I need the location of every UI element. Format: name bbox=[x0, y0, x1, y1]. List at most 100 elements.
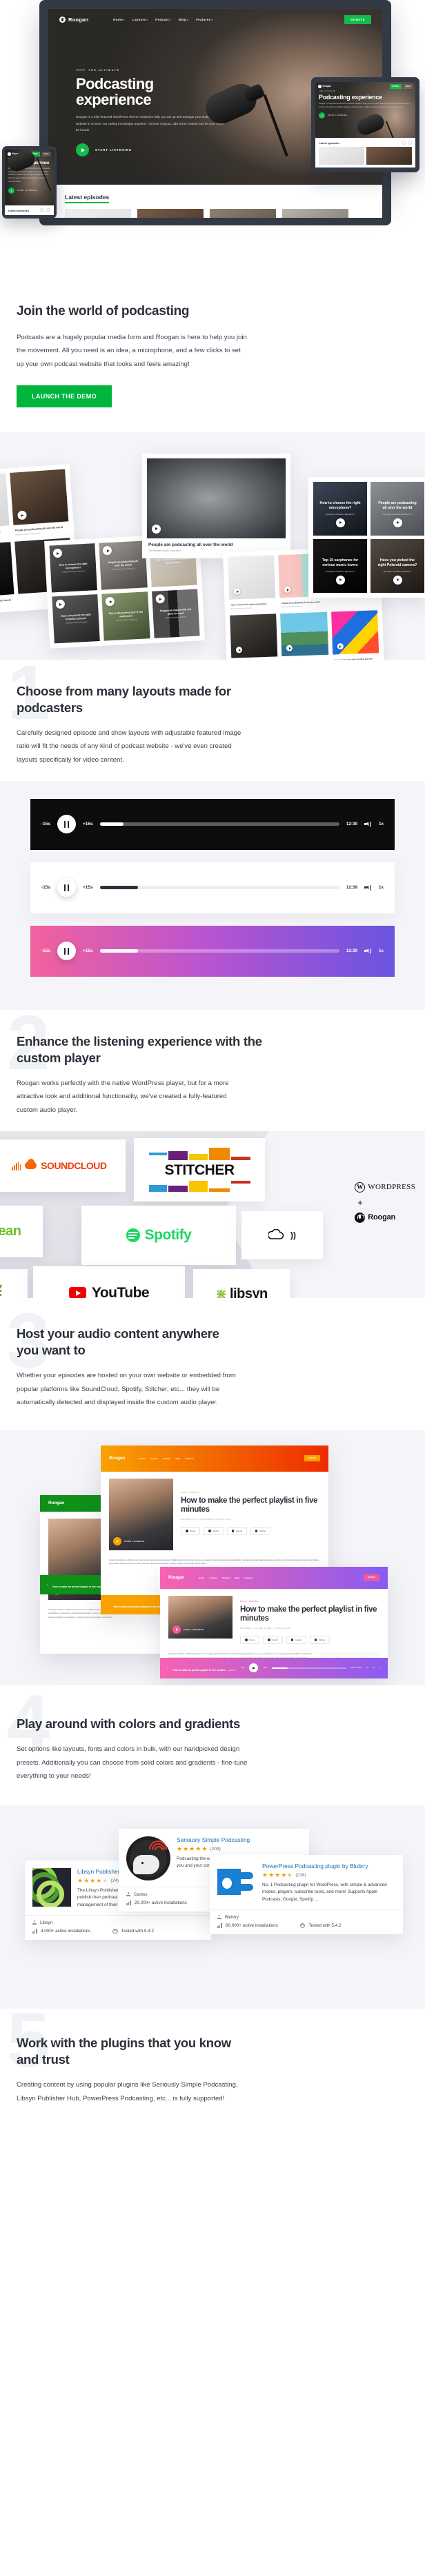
rewind-15-button[interactable]: -15s bbox=[41, 949, 50, 953]
playlist-icon[interactable]: ☰ bbox=[373, 1667, 374, 1669]
progress-track[interactable] bbox=[100, 886, 339, 889]
nav-item-blog[interactable]: Blog bbox=[235, 1576, 240, 1579]
plugin-name[interactable]: Seriously Simple Podcasting bbox=[177, 1836, 302, 1844]
episode-title[interactable]: How to make the perfect playlist in five… bbox=[240, 1605, 379, 1624]
mockup-nav[interactable]: Home Layouts Podcast Blog Features bbox=[199, 1576, 253, 1579]
launch-demo-button[interactable]: LAUNCH THE DEMO bbox=[17, 385, 112, 407]
nav-item-home[interactable]: Home bbox=[199, 1576, 204, 1579]
episode-category[interactable]: DAILY TOPICS bbox=[181, 1491, 320, 1494]
episode-thumb[interactable]: Polygonal shapes with red glow are coolE… bbox=[152, 589, 200, 638]
episode-thumb[interactable]: How to choose the right microphone?Every… bbox=[313, 482, 367, 536]
subscribe-chips[interactable]: iTunes Spotify Google Stitcher bbox=[181, 1527, 320, 1535]
pause-button[interactable] bbox=[57, 878, 76, 897]
nav-item-home[interactable]: Home bbox=[113, 18, 125, 21]
nav-item-home[interactable]: Home bbox=[139, 1457, 145, 1460]
volume-icon[interactable] bbox=[364, 884, 372, 891]
brand-logo[interactable]: Roogan bbox=[59, 17, 88, 23]
episode-image[interactable]: START LISTENING bbox=[168, 1596, 233, 1639]
chip-itunes[interactable]: iTunes bbox=[240, 1636, 259, 1644]
nav-item-features[interactable]: Features bbox=[244, 1576, 253, 1579]
episode-thumb[interactable] bbox=[230, 613, 277, 658]
audio-player-light[interactable]: -15s +15s 12:39 1x bbox=[30, 862, 395, 913]
episode-category[interactable]: DAILY TOPICS bbox=[240, 1600, 379, 1603]
episode-thumb[interactable] bbox=[280, 611, 328, 656]
audio-player-gradient[interactable]: -15s +15s 12:39 1x bbox=[30, 926, 395, 977]
subscribe-chips[interactable]: iTunes Spotify Google Stitcher bbox=[240, 1636, 379, 1644]
episode-thumb[interactable]: Have you picked the right Polaroid camer… bbox=[370, 539, 424, 593]
episode-title[interactable]: How to make the perfect playlist in five… bbox=[181, 1497, 320, 1515]
menu-button[interactable]: Menu bbox=[404, 84, 413, 89]
episode-thumb[interactable] bbox=[0, 473, 10, 529]
start-listening-button[interactable]: START LISTENING bbox=[172, 1625, 204, 1634]
nav-item-features[interactable]: Features bbox=[185, 1457, 194, 1460]
volume-icon[interactable] bbox=[364, 948, 372, 955]
episode-thumb[interactable] bbox=[137, 209, 204, 218]
carousel-arrows[interactable]: ‹› bbox=[40, 208, 50, 212]
share-icon[interactable]: ➤ bbox=[379, 1667, 381, 1669]
chip-spotify[interactable]: Spotify bbox=[204, 1527, 224, 1535]
mockup-nav[interactable]: Home Layouts Podcast Blog Features bbox=[139, 1457, 194, 1460]
playback-speed-button[interactable]: 1x bbox=[379, 822, 384, 826]
progress-track[interactable] bbox=[100, 822, 339, 826]
forward-15-button[interactable]: +15s bbox=[83, 885, 93, 890]
chip-spotify[interactable]: Spotify bbox=[263, 1636, 283, 1644]
nav-item-blog[interactable]: Blog bbox=[179, 18, 188, 21]
forward-15-button[interactable]: +15s bbox=[83, 949, 93, 953]
pause-button[interactable] bbox=[57, 942, 76, 960]
episode-thumb[interactable] bbox=[331, 610, 379, 654]
episode-thumb[interactable] bbox=[319, 147, 364, 165]
progress-track[interactable] bbox=[100, 949, 339, 953]
nav-item-layouts[interactable]: Layouts bbox=[132, 18, 148, 21]
rewind-15-button[interactable]: -15s bbox=[41, 885, 50, 890]
episode-thumb[interactable]: How to choose the right microphone?Every… bbox=[49, 543, 97, 592]
plugin-name[interactable]: PowerPress Podcasting plugin by Blubrry bbox=[262, 1863, 395, 1870]
primary-nav[interactable]: Home Layouts Podcast Blog Features bbox=[113, 18, 212, 21]
carousel-arrows[interactable]: ‹› bbox=[402, 141, 412, 145]
chip-google[interactable]: Google bbox=[227, 1527, 247, 1535]
episode-thumb[interactable] bbox=[210, 209, 276, 218]
layout-preview-card[interactable]: How to choose the right microphone?Every… bbox=[308, 477, 425, 598]
episode-thumb[interactable]: People are podcasting all over the world… bbox=[99, 540, 148, 589]
pause-button[interactable] bbox=[57, 815, 76, 833]
chip-itunes[interactable]: iTunes bbox=[181, 1527, 200, 1535]
player-speed[interactable]: 1x bbox=[366, 1667, 368, 1669]
donate-button[interactable]: DONATE bbox=[364, 1574, 379, 1581]
featured-episode-card[interactable]: People are podcasting all over the world… bbox=[142, 454, 290, 558]
donate-button[interactable]: DONATE bbox=[344, 15, 371, 24]
brand-logo[interactable]: Roogan bbox=[318, 85, 331, 88]
episode-thumb[interactable] bbox=[0, 542, 14, 598]
nav-item-layouts[interactable]: Layouts bbox=[209, 1576, 217, 1579]
forward-15-button[interactable]: +15s bbox=[83, 822, 93, 826]
episode-thumb[interactable] bbox=[228, 555, 275, 599]
playback-speed-button[interactable]: 1x bbox=[379, 885, 384, 890]
start-listening-button[interactable]: START LISTENING bbox=[113, 1537, 144, 1545]
episode-thumb[interactable]: People are podcasting all over the world… bbox=[370, 482, 424, 536]
episode-thumb[interactable]: Top 10 earphones for serious music lover… bbox=[313, 539, 367, 593]
volume-icon[interactable] bbox=[364, 821, 372, 828]
nav-item-podcast[interactable]: Podcast bbox=[155, 18, 171, 21]
episode-thumb[interactable]: This is the perfect spot if you need pea… bbox=[102, 591, 150, 640]
progress-track[interactable] bbox=[272, 1667, 346, 1669]
donate-button[interactable]: DONATE bbox=[304, 1455, 320, 1461]
chip-google[interactable]: Google bbox=[286, 1636, 306, 1644]
mockup-sticky-player[interactable]: ‹ How to make the perfect playlist in fi… bbox=[160, 1658, 388, 1679]
nav-item-podcast[interactable]: Podcast bbox=[222, 1576, 230, 1579]
plugin-card-powerpress[interactable]: PowerPress Podcasting plugin by Blubrry … bbox=[210, 1855, 403, 1934]
episode-thumb[interactable]: Have you picked the right Polaroid camer… bbox=[52, 594, 100, 643]
featured-thumb[interactable] bbox=[147, 458, 286, 538]
episode-thumb[interactable] bbox=[65, 209, 131, 218]
start-listening-button[interactable]: START LISTENING bbox=[76, 143, 228, 156]
mockup-gradient[interactable]: Roogan Home Layouts Podcast Blog Feature… bbox=[160, 1567, 388, 1679]
nav-item-features[interactable]: Features bbox=[196, 18, 212, 21]
nav-item-layouts[interactable]: Layouts bbox=[150, 1457, 158, 1460]
play-button[interactable] bbox=[249, 1663, 258, 1672]
playback-speed-button[interactable]: 1x bbox=[379, 949, 384, 953]
episode-thumb[interactable] bbox=[10, 469, 68, 525]
donate-button[interactable]: DONATE bbox=[390, 84, 402, 89]
nav-item-podcast[interactable]: Podcast bbox=[163, 1457, 171, 1460]
audio-player-dark[interactable]: -15s +15s 12:39 1x bbox=[30, 799, 395, 850]
chip-stitcher[interactable]: Stitcher bbox=[310, 1636, 330, 1644]
episode-thumb[interactable] bbox=[282, 209, 348, 218]
rewind-15-button[interactable]: -15s bbox=[41, 822, 50, 826]
rewind-15-button[interactable]: -15s bbox=[241, 1667, 244, 1669]
